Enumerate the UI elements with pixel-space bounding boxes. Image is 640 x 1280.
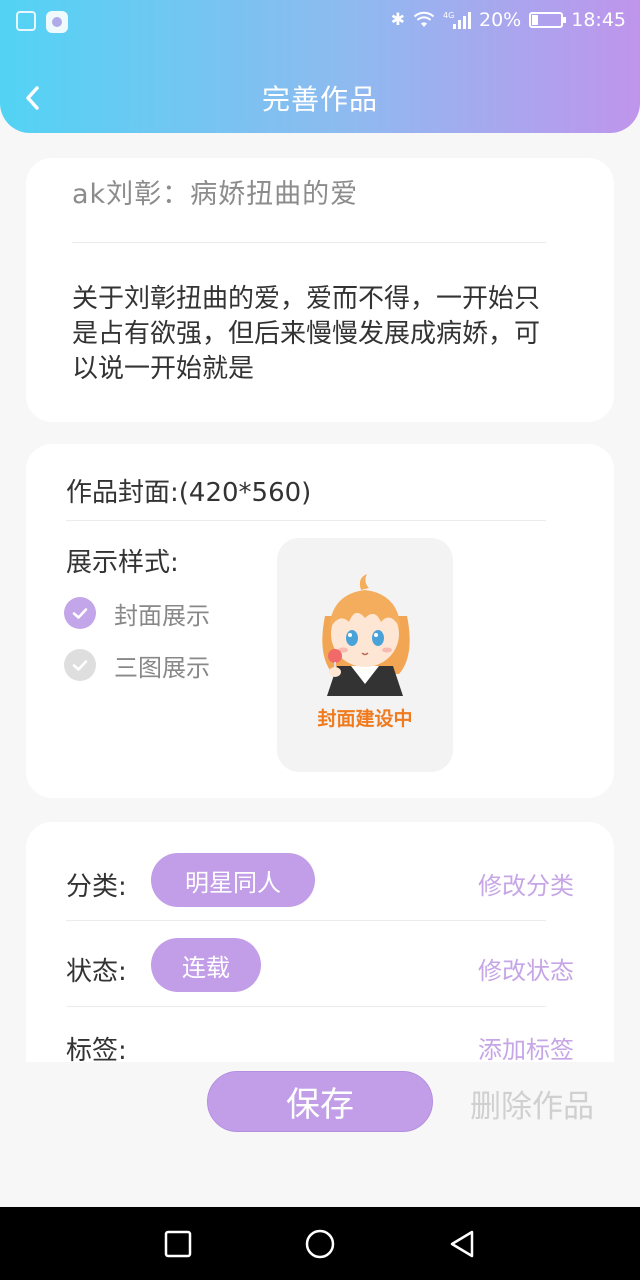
triangle-back-icon — [450, 1230, 474, 1258]
divider — [72, 242, 546, 243]
divider — [66, 1006, 546, 1007]
cover-card: 作品封面:(420*560) 展示样式: 封面展示 三图展示 封面建设中 — [26, 444, 614, 798]
edit-status-link[interactable]: 修改状态 — [478, 951, 574, 986]
status-bar: ✱ 4G 20% 18:45 — [0, 0, 640, 44]
anime-girl-illustration — [322, 574, 410, 696]
back-nav-button[interactable] — [446, 1228, 478, 1260]
work-title-field[interactable]: ak刘彰：病娇扭曲的爱 — [72, 172, 358, 211]
display-option-cover[interactable]: 封面展示 — [64, 596, 210, 630]
work-info-card: ak刘彰：病娇扭曲的爱 关于刘彰扭曲的爱，爱而不得，一开始只是占有欲强，但后来慢… — [26, 158, 614, 422]
check-icon — [64, 597, 96, 629]
cover-placeholder-text: 封面建设中 — [317, 708, 413, 730]
display-option-three-images[interactable]: 三图展示 — [64, 648, 210, 682]
meta-card: 分类: 明星同人 修改分类 状态: 连载 修改状态 标签: 添加标签 — [26, 822, 614, 1062]
tags-label: 标签: — [66, 1036, 127, 1062]
edit-category-link[interactable]: 修改分类 — [478, 866, 574, 901]
notification-icons — [16, 11, 68, 33]
circle-icon — [305, 1229, 335, 1259]
check-icon — [64, 649, 96, 681]
clock: 18:45 — [571, 9, 626, 31]
category-label: 分类: — [66, 872, 127, 902]
display-style-label: 展示样式: — [66, 548, 179, 578]
title-bar: 完善作品 — [0, 70, 640, 124]
page-title: 完善作品 — [261, 83, 378, 116]
delete-work-button[interactable]: 删除作品 — [470, 1081, 594, 1126]
battery-percent: 20% — [479, 9, 522, 31]
cover-upload[interactable]: 封面建设中 — [277, 538, 453, 772]
battery-icon — [529, 12, 567, 28]
divider — [66, 520, 546, 521]
recents-button[interactable] — [162, 1228, 194, 1260]
svg-text:4G: 4G — [443, 11, 454, 20]
bluetooth-icon: ✱ — [390, 10, 405, 30]
category-badge: 明星同人 — [151, 853, 315, 907]
divider — [66, 920, 546, 921]
add-tag-link[interactable]: 添加标签 — [478, 1030, 574, 1062]
status-badge: 连载 — [151, 938, 261, 992]
status-label: 状态: — [66, 957, 127, 987]
wifi-icon — [413, 11, 435, 27]
home-button[interactable] — [304, 1228, 336, 1260]
save-button[interactable]: 保存 — [207, 1071, 433, 1132]
app-header: ✱ 4G 20% 18:45 完善作品 — [0, 0, 640, 133]
work-description-field[interactable]: 关于刘彰扭曲的爱，爱而不得，一开始只是占有欲强，但后来慢慢发展成病娇，可以说一开… — [72, 282, 552, 387]
notification-app-icon — [16, 11, 36, 31]
notification-app-icon — [46, 11, 68, 33]
signal-icon: 4G — [443, 11, 471, 29]
cover-label: 作品封面:(420*560) — [66, 478, 312, 508]
display-option-label: 封面展示 — [114, 601, 210, 630]
system-nav-bar — [0, 1207, 640, 1280]
square-icon — [164, 1230, 192, 1258]
display-option-label: 三图展示 — [114, 653, 210, 682]
battery-fill — [532, 15, 539, 25]
status-icons: ✱ 4G 20% 18:45 — [391, 9, 626, 31]
